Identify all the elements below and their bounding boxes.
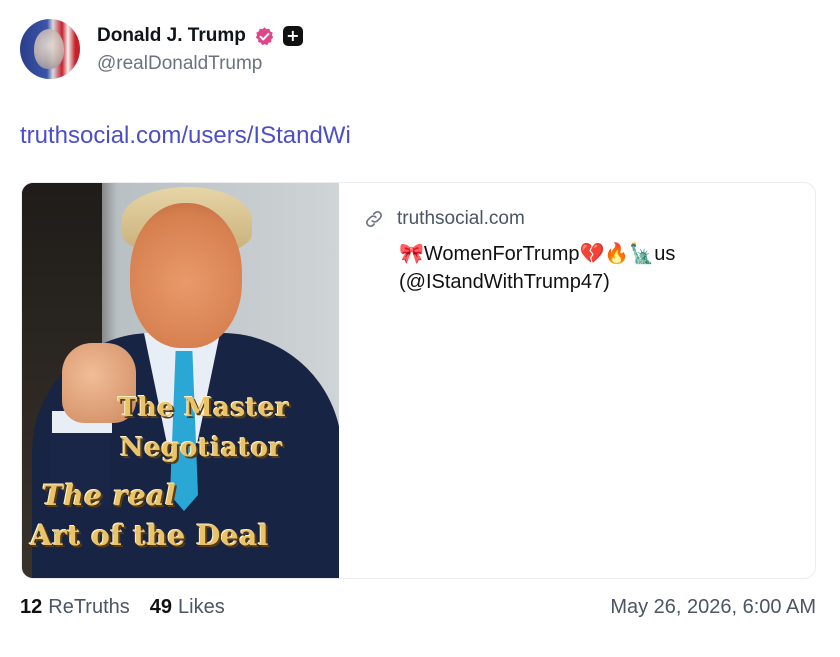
post-header: Donald J. Trump + @realDonaldTrump <box>20 19 303 79</box>
figure-head <box>130 203 242 348</box>
image-caption-line-2: Negotiator <box>120 433 283 463</box>
image-caption-line-3: The real <box>42 479 177 512</box>
likes-label: Likes <box>178 596 225 618</box>
link-icon <box>363 208 385 230</box>
post-link[interactable]: truthsocial.com/users/IStandWi <box>20 122 351 150</box>
image-caption-line-1: The Master <box>118 393 290 423</box>
retruths-label: ReTruths <box>48 596 130 618</box>
verified-badge-icon <box>254 26 275 47</box>
author-names: Donald J. Trump + @realDonaldTrump <box>97 23 303 75</box>
card-domain-row: truthsocial.com <box>363 208 795 230</box>
avatar-face <box>34 29 64 69</box>
author-handle[interactable]: @realDonaldTrump <box>97 53 303 75</box>
card-body: truthsocial.com 🎀WomenForTrump💔🔥🗽us (@IS… <box>363 208 795 296</box>
link-preview-card[interactable]: The Master Negotiator The real Art of th… <box>21 182 816 579</box>
plus-badge-icon: + <box>282 26 303 46</box>
card-domain: truthsocial.com <box>397 208 525 229</box>
image-caption-line-4: Art of the Deal <box>30 519 269 552</box>
card-title[interactable]: 🎀WomenForTrump💔🔥🗽us (@IStandWithTrump47) <box>399 240 795 296</box>
likes-count: 49 <box>149 596 173 618</box>
post-timestamp[interactable]: May 26, 2026, 6:00 AM <box>610 596 816 619</box>
author-display-name[interactable]: Donald J. Trump <box>97 25 246 47</box>
retruths-stat[interactable]: 12 ReTruths <box>20 596 130 619</box>
post-footer: 12 ReTruths 49 Likes May 26, 2026, 6:00 … <box>20 596 816 619</box>
card-image[interactable]: The Master Negotiator The real Art of th… <box>22 183 339 578</box>
display-name-row: Donald J. Trump + <box>97 23 303 49</box>
likes-stat[interactable]: 49 Likes <box>150 596 225 619</box>
avatar[interactable] <box>20 19 80 79</box>
retruths-count: 12 <box>20 596 43 618</box>
